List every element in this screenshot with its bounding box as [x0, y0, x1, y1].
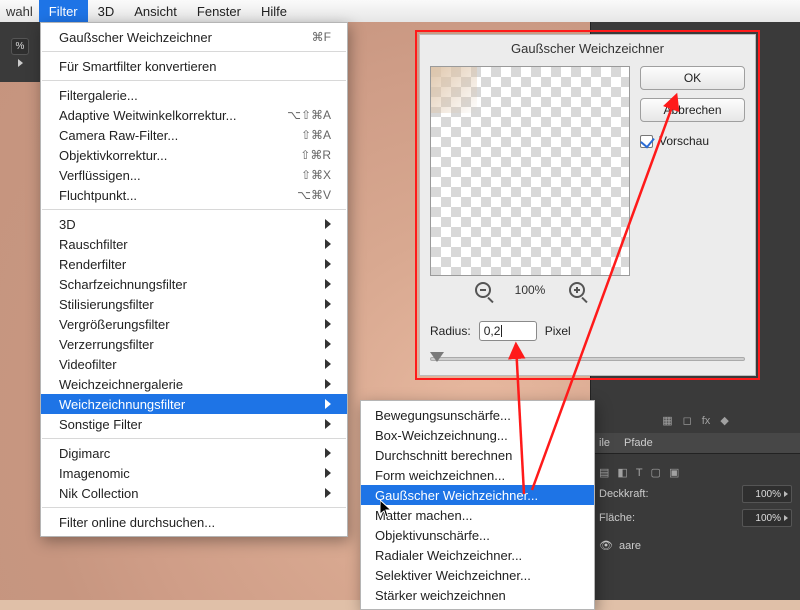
dialog-preview[interactable] [430, 66, 630, 276]
chevron-right-icon [325, 468, 331, 478]
chevron-right-icon [325, 419, 331, 429]
plugin-digimarc[interactable]: Digimarc [41, 443, 347, 463]
opacity-value[interactable]: 100% [742, 485, 792, 503]
browse-filters-online[interactable]: Filter online durchsuchen... [41, 512, 347, 532]
filter-category-weichzeichnergalerie[interactable]: Weichzeichnergalerie [41, 374, 347, 394]
filter-category-stilisierungsfilter[interactable]: Stilisierungsfilter [41, 294, 347, 314]
zoom-percent: 100% [515, 283, 546, 297]
preview-checkbox[interactable]: Vorschau [640, 134, 745, 148]
filter-icon[interactable]: ▤ [599, 466, 609, 479]
adaptive-wide-angle[interactable]: Adaptive Weitwinkelkorrektur...⌥⇧⌘A [41, 105, 347, 125]
filter-category-rauschfilter[interactable]: Rauschfilter [41, 234, 347, 254]
smart-icon[interactable]: ▣ [669, 466, 679, 479]
filter-category-scharfzeichnungsfilter[interactable]: Scharfzeichnungsfilter [41, 274, 347, 294]
cursor-icon [380, 500, 392, 518]
checkbox-icon [640, 135, 653, 148]
tab-layers-fragment[interactable]: ile [599, 437, 610, 449]
chevron-right-icon [325, 488, 331, 498]
fill-label: Fläche: [599, 512, 635, 524]
mask-icon[interactable]: ◻ [683, 414, 692, 427]
chevron-right-icon [325, 259, 331, 269]
lens-correction[interactable]: Objektivkorrektur...⇧⌘R [41, 145, 347, 165]
convert-smartfilter[interactable]: Für Smartfilter konvertieren [41, 56, 347, 76]
blur-item-gau-scher-weichzeichner-[interactable]: Gaußscher Weichzeichner... [361, 485, 594, 505]
chevron-right-icon [325, 299, 331, 309]
blur-item-bewegungsunsch-rfe-[interactable]: Bewegungsunschärfe... [361, 405, 594, 425]
plugin-nik-collection[interactable]: Nik Collection [41, 483, 347, 503]
menu-help[interactable]: Hilfe [251, 0, 297, 22]
radius-slider[interactable] [430, 357, 745, 361]
chevron-right-icon [325, 239, 331, 249]
fx-icon[interactable]: fx [702, 415, 711, 427]
shape-icon[interactable]: ▢ [651, 466, 661, 479]
chevron-right-icon [325, 379, 331, 389]
text-icon[interactable]: T [636, 467, 643, 479]
chevron-right-icon [325, 319, 331, 329]
play-icon [18, 59, 23, 67]
ok-button[interactable]: OK [640, 66, 745, 90]
layers-tabs: ile Pfade [591, 433, 800, 454]
chevron-right-icon [325, 279, 331, 289]
zoom-out-icon[interactable] [475, 282, 491, 298]
blur-item-selektiver-weichzeichner-[interactable]: Selektiver Weichzeichner... [361, 565, 594, 585]
menubar-left-fragment: wahl [0, 4, 39, 19]
chevron-right-icon [325, 359, 331, 369]
last-filter[interactable]: Gaußscher Weichzeichner⌘F [41, 27, 347, 47]
blur-item-st-rker-weichzeichnen[interactable]: Stärker weichzeichnen [361, 585, 594, 605]
filter-category-weichzeichnungsfilter[interactable]: Weichzeichnungsfilter [41, 394, 347, 414]
menubar: wahl Filter 3D Ansicht Fenster Hilfe [0, 0, 800, 22]
radius-input[interactable]: 0,2 [479, 321, 537, 341]
blur-item-objektivunsch-rfe-[interactable]: Objektivunschärfe... [361, 525, 594, 545]
vanishing-point[interactable]: Fluchtpunkt...⌥⌘V [41, 185, 347, 205]
filter-category-3d[interactable]: 3D [41, 214, 347, 234]
filter-category-vergr-erungsfilter[interactable]: Vergrößerungsfilter [41, 314, 347, 334]
chevron-right-icon [325, 448, 331, 458]
style-icon[interactable]: ◆ [720, 414, 728, 427]
zoom-field[interactable]: % [11, 38, 30, 55]
chevron-right-icon [325, 399, 331, 409]
fill-value[interactable]: 100% [742, 509, 792, 527]
layers-icon[interactable]: ▦ [662, 414, 672, 427]
menu-view[interactable]: Ansicht [124, 0, 187, 22]
eye-icon[interactable]: 👁 [599, 539, 613, 552]
chevron-right-icon [325, 339, 331, 349]
plugin-imagenomic[interactable]: Imagenomic [41, 463, 347, 483]
opacity-label: Deckkraft: [599, 488, 649, 500]
tab-paths[interactable]: Pfade [624, 437, 653, 449]
radius-label: Radius: [430, 324, 471, 338]
blur-item-form-weichzeichnen-[interactable]: Form weichzeichnen... [361, 465, 594, 485]
blur-item-box-weichzeichnung-[interactable]: Box-Weichzeichnung... [361, 425, 594, 445]
menu-filter[interactable]: Filter [39, 0, 88, 22]
menu-3d[interactable]: 3D [88, 0, 125, 22]
blur-item-matter-machen-[interactable]: Matter machen... [361, 505, 594, 525]
filter-category-sonstige-filter[interactable]: Sonstige Filter [41, 414, 347, 434]
options-bar-fragment: % [0, 22, 40, 82]
filter-category-verzerrungsfilter[interactable]: Verzerrungsfilter [41, 334, 347, 354]
blur-item-radialer-weichzeichner-[interactable]: Radialer Weichzeichner... [361, 545, 594, 565]
cancel-button[interactable]: Abbrechen [640, 98, 745, 122]
dialog-title: Gaußscher Weichzeichner [420, 35, 755, 60]
filter-menu: Gaußscher Weichzeichner⌘F Für Smartfilte… [40, 22, 348, 537]
chevron-right-icon [325, 219, 331, 229]
type-icon[interactable]: ◧ [617, 466, 627, 479]
blur-submenu: Bewegungsunschärfe...Box-Weichzeichnung.… [360, 400, 595, 610]
menu-window[interactable]: Fenster [187, 0, 251, 22]
camera-raw-filter[interactable]: Camera Raw-Filter...⇧⌘A [41, 125, 347, 145]
annotation-highlight: Gaußscher Weichzeichner 100% OK Abbreche… [415, 30, 760, 380]
blur-item-durchschnitt-berechnen[interactable]: Durchschnitt berechnen [361, 445, 594, 465]
radius-unit: Pixel [545, 324, 571, 338]
gaussian-blur-dialog: Gaußscher Weichzeichner 100% OK Abbreche… [419, 34, 756, 376]
layer-name-fragment[interactable]: aare [619, 540, 641, 552]
zoom-in-icon[interactable] [569, 282, 585, 298]
filter-category-renderfilter[interactable]: Renderfilter [41, 254, 347, 274]
liquify[interactable]: Verflüssigen...⇧⌘X [41, 165, 347, 185]
filter-category-videofilter[interactable]: Videofilter [41, 354, 347, 374]
filter-gallery[interactable]: Filtergalerie... [41, 85, 347, 105]
